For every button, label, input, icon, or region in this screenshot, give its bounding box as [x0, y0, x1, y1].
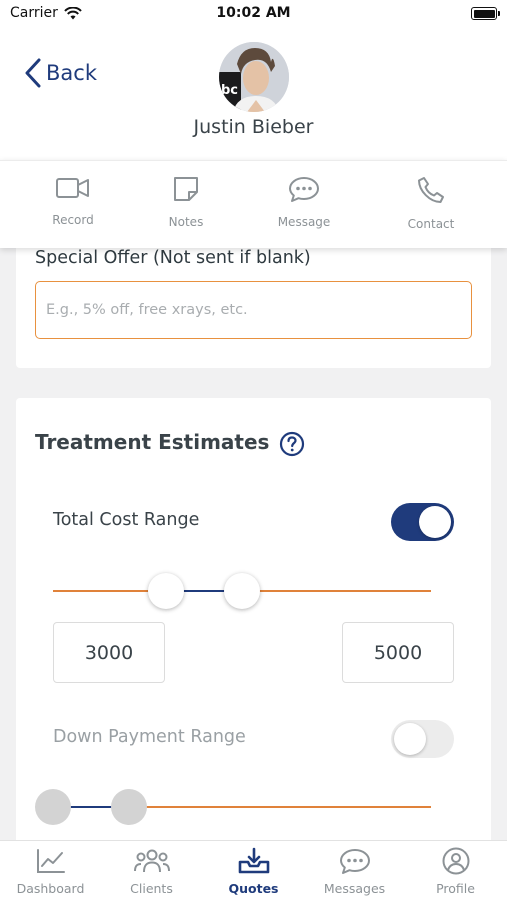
- bottom-tab-bar: Dashboard Clients Quotes Messages Profil…: [0, 840, 507, 900]
- message-label: Message: [277, 215, 331, 229]
- phone-icon: [418, 177, 444, 203]
- inbox-download-icon: [238, 847, 269, 874]
- tab-clients-label: Clients: [130, 881, 173, 896]
- tab-profile[interactable]: Profile: [405, 847, 506, 896]
- back-label: Back: [46, 61, 97, 85]
- battery-icon: [471, 7, 500, 20]
- client-name: Justin Bieber: [193, 116, 314, 138]
- user-circle-icon: [442, 847, 469, 875]
- down-payment-min-thumb[interactable]: [35, 789, 71, 825]
- back-button[interactable]: Back: [24, 58, 97, 88]
- special-offer-input[interactable]: [35, 281, 472, 339]
- avatar-logo-text: bc: [221, 83, 238, 98]
- avatar[interactable]: bc: [219, 42, 289, 112]
- total-cost-min-value[interactable]: 3000: [53, 622, 165, 683]
- status-bar: Carrier 10:02 AM: [0, 0, 507, 30]
- contact-action[interactable]: Contact: [386, 175, 476, 231]
- contact-label: Contact: [407, 217, 455, 231]
- tab-dashboard-label: Dashboard: [16, 881, 85, 896]
- treatment-estimates-card: Treatment Estimates Total Cost Range 300…: [16, 398, 491, 858]
- chat-bubble-icon: [339, 849, 370, 874]
- down-payment-slider[interactable]: [35, 787, 431, 827]
- client-header: Back bc Justin Bieber: [0, 30, 507, 160]
- total-cost-slider[interactable]: [53, 571, 431, 611]
- tab-messages-label: Messages: [323, 881, 386, 896]
- message-action[interactable]: Message: [259, 175, 349, 229]
- down-payment-range-label: Down Payment Range: [53, 727, 246, 747]
- question-circle-icon[interactable]: [279, 431, 305, 457]
- special-offer-label: Special Offer (Not sent if blank): [35, 248, 311, 268]
- tab-clients[interactable]: Clients: [101, 847, 202, 896]
- note-icon: [174, 177, 198, 201]
- down-payment-toggle[interactable]: [391, 720, 454, 758]
- video-camera-icon: [56, 178, 89, 198]
- tab-profile-label: Profile: [436, 881, 475, 896]
- record-label: Record: [52, 213, 94, 227]
- chevron-left-icon: [25, 58, 41, 88]
- down-payment-max-thumb[interactable]: [110, 789, 147, 825]
- notes-action[interactable]: Notes: [141, 175, 231, 229]
- tab-dashboard[interactable]: Dashboard: [0, 847, 101, 896]
- total-cost-max-thumb[interactable]: [224, 573, 260, 609]
- avatar-image: bc: [219, 42, 289, 112]
- record-action[interactable]: Record: [28, 175, 118, 227]
- chart-icon: [36, 849, 65, 873]
- tab-quotes[interactable]: Quotes: [203, 847, 304, 896]
- total-cost-toggle[interactable]: [391, 503, 454, 541]
- total-cost-range-label: Total Cost Range: [53, 510, 200, 530]
- tab-quotes-label: Quotes: [228, 881, 279, 896]
- tab-messages[interactable]: Messages: [304, 847, 405, 896]
- battery-fill: [473, 9, 495, 18]
- total-cost-max-value[interactable]: 5000: [342, 622, 454, 683]
- special-offer-card: Special Offer (Not sent if blank): [16, 236, 491, 368]
- treatment-estimates-title: Treatment Estimates: [35, 430, 270, 454]
- status-time: 10:02 AM: [216, 5, 291, 21]
- client-action-bar: Record Notes Message Contact: [0, 160, 507, 248]
- notes-label: Notes: [168, 215, 204, 229]
- total-cost-toggle-knob: [419, 506, 451, 538]
- total-cost-min-thumb[interactable]: [148, 573, 185, 609]
- users-icon: [133, 849, 170, 873]
- down-payment-toggle-knob: [394, 723, 426, 755]
- chat-bubble-icon: [289, 177, 319, 202]
